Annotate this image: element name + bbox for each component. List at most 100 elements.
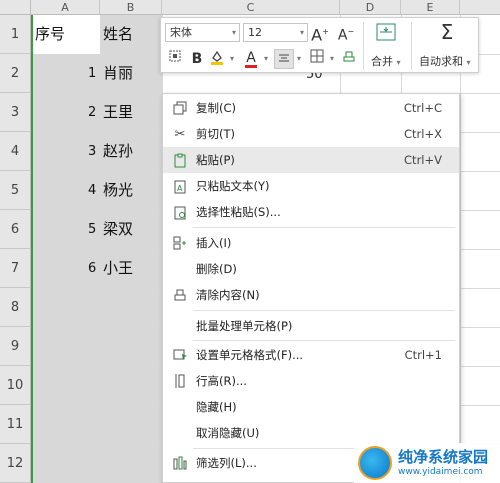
column-header-c[interactable]: C	[162, 0, 340, 15]
menu-item-hide[interactable]: 隐藏(H)	[163, 394, 459, 420]
cell-b2[interactable]: 肖丽	[103, 54, 133, 93]
row-header-4[interactable]: 4	[0, 132, 31, 171]
row-header-2[interactable]: 2	[0, 54, 31, 93]
menu-item-label: 取消隐藏(U)	[196, 426, 260, 440]
row-header-6[interactable]: 6	[0, 210, 31, 249]
menu-item-label: 删除(D)	[196, 262, 237, 276]
row-header-9[interactable]: 9	[0, 327, 31, 366]
fill-color-icon[interactable]	[207, 49, 227, 69]
chevron-down-icon[interactable]: ▾	[262, 49, 270, 69]
menu-item-shortcut: Ctrl+V	[404, 153, 442, 167]
row-header-11[interactable]: 11	[0, 405, 31, 444]
row-header-1[interactable]: 1	[0, 15, 31, 54]
grow-font-glyph: A	[311, 25, 323, 45]
row-header-7[interactable]: 7	[0, 249, 31, 288]
svg-text:A: A	[177, 184, 183, 193]
paste-icon	[172, 152, 188, 168]
row-header-12[interactable]: 12	[0, 444, 31, 483]
row-header-3[interactable]: 3	[0, 93, 31, 132]
font-color-button[interactable]: A	[241, 48, 261, 68]
column-header-e[interactable]: E	[401, 0, 460, 15]
cell-b3[interactable]: 王里	[103, 93, 133, 132]
chevron-down-icon[interactable]: ▾	[328, 49, 336, 69]
eraser-icon	[172, 287, 188, 303]
merge-cells-icon[interactable]	[374, 23, 398, 45]
cell-b6[interactable]: 梁双	[103, 210, 133, 249]
menu-item-label: 选择性粘贴(S)...	[196, 205, 281, 219]
menu-item-batch-process[interactable]: 批量处理单元格(P)	[163, 313, 459, 339]
menu-item-row-height[interactable]: 行高(R)...	[163, 368, 459, 394]
menu-item-format-cells[interactable]: 设置单元格格式(F)... Ctrl+1	[163, 342, 459, 368]
context-menu: 复制(C) Ctrl+C ✂ 剪切(T) Ctrl+X 粘贴(P) Ctrl+V…	[162, 93, 460, 483]
sigma-icon[interactable]: Σ	[435, 22, 459, 42]
font-size-select[interactable]: 12 ▾	[243, 23, 308, 42]
cell-a5[interactable]: 4	[88, 171, 96, 210]
eraser-icon[interactable]	[339, 49, 359, 69]
row-header-8[interactable]: 8	[0, 288, 31, 327]
menu-separator	[193, 340, 455, 341]
column-header-b[interactable]: B	[100, 0, 162, 15]
select-all-corner[interactable]	[0, 0, 31, 15]
chevron-down-icon: ▾	[299, 28, 304, 37]
row-header-5[interactable]: 5	[0, 171, 31, 210]
chevron-down-icon: ▾	[396, 58, 401, 67]
menu-separator	[193, 310, 455, 311]
decrease-font-icon[interactable]: A−	[336, 22, 356, 44]
cell-a4[interactable]: 3	[88, 132, 96, 171]
menu-item-clear-contents[interactable]: 清除内容(N)	[163, 282, 459, 308]
font-name-select[interactable]: 宋体 ▾	[165, 23, 240, 42]
paste-special-icon	[172, 204, 188, 220]
paste-text-icon: A	[172, 178, 188, 194]
increase-font-icon[interactable]: A+	[310, 22, 330, 45]
menu-item-shortcut: Ctrl+1	[404, 348, 442, 362]
menu-item-label: 隐藏(H)	[196, 400, 237, 414]
cut-icon: ✂	[174, 126, 186, 142]
bold-button[interactable]: B	[187, 49, 207, 69]
autosum-label[interactable]: 自动求和 ▾	[419, 53, 471, 69]
borders-icon[interactable]	[307, 49, 327, 69]
menu-item-cut[interactable]: ✂ 剪切(T) Ctrl+X	[163, 121, 459, 147]
font-name-value: 宋体	[170, 26, 192, 39]
format-painter-icon[interactable]	[165, 49, 185, 69]
font-color-glyph: A	[246, 50, 256, 66]
insert-icon	[172, 235, 188, 251]
watermark-url: www.yidaimei.com	[398, 467, 483, 477]
menu-item-label: 批量处理单元格(P)	[196, 319, 293, 333]
cell-b7[interactable]: 小王	[103, 249, 133, 288]
cell-b1[interactable]: 姓名	[103, 15, 133, 54]
watermark: 纯净系统家园 www.yidaimei.com	[354, 443, 500, 483]
menu-item-label: 剪切(T)	[196, 127, 235, 141]
font-color-swatch	[245, 65, 257, 68]
cell-b5[interactable]: 杨光	[103, 171, 133, 210]
cell-a1[interactable]: 序号	[35, 15, 65, 54]
menu-item-label: 清除内容(N)	[196, 288, 260, 302]
grid-line	[100, 15, 101, 483]
cell-a3[interactable]: 2	[88, 93, 96, 132]
cell-a7[interactable]: 6	[88, 249, 96, 288]
chevron-down-icon[interactable]: ▾	[228, 49, 236, 69]
merge-label[interactable]: 合并 ▾	[371, 53, 401, 69]
menu-item-label: 插入(I)	[196, 236, 232, 250]
mini-toolbar: 宋体 ▾ 12 ▾ A+ A− B ▾ A ▾ ▾ ▾ 合并 ▾ Σ 自动求和 …	[160, 17, 479, 73]
autosum-label-text: 自动求和	[419, 55, 463, 68]
menu-item-paste[interactable]: 粘贴(P) Ctrl+V	[163, 147, 459, 173]
menu-item-paste-text-only[interactable]: A 只粘贴文本(Y)	[163, 173, 459, 199]
row-header-10[interactable]: 10	[0, 366, 31, 405]
menu-item-copy[interactable]: 复制(C) Ctrl+C	[163, 95, 459, 121]
cell-b4[interactable]: 赵孙	[103, 132, 133, 171]
chevron-down-icon[interactable]: ▾	[295, 49, 303, 69]
menu-item-label: 设置单元格格式(F)...	[196, 348, 304, 362]
column-header-d[interactable]: D	[340, 0, 401, 15]
column-header-a[interactable]: A	[31, 0, 100, 15]
format-cells-icon	[172, 347, 188, 363]
column-header-f[interactable]	[460, 0, 500, 15]
align-center-icon[interactable]	[274, 49, 294, 69]
font-size-value: 12	[248, 26, 262, 39]
menu-item-paste-special[interactable]: 选择性粘贴(S)...	[163, 199, 459, 225]
menu-item-delete[interactable]: 删除(D)	[163, 256, 459, 282]
menu-item-label: 粘贴(P)	[196, 153, 235, 167]
cell-a2[interactable]: 1	[88, 54, 96, 93]
menu-item-insert[interactable]: 插入(I)	[163, 230, 459, 256]
cell-a6[interactable]: 5	[88, 210, 96, 249]
watermark-title: 纯净系统家园	[398, 448, 489, 466]
